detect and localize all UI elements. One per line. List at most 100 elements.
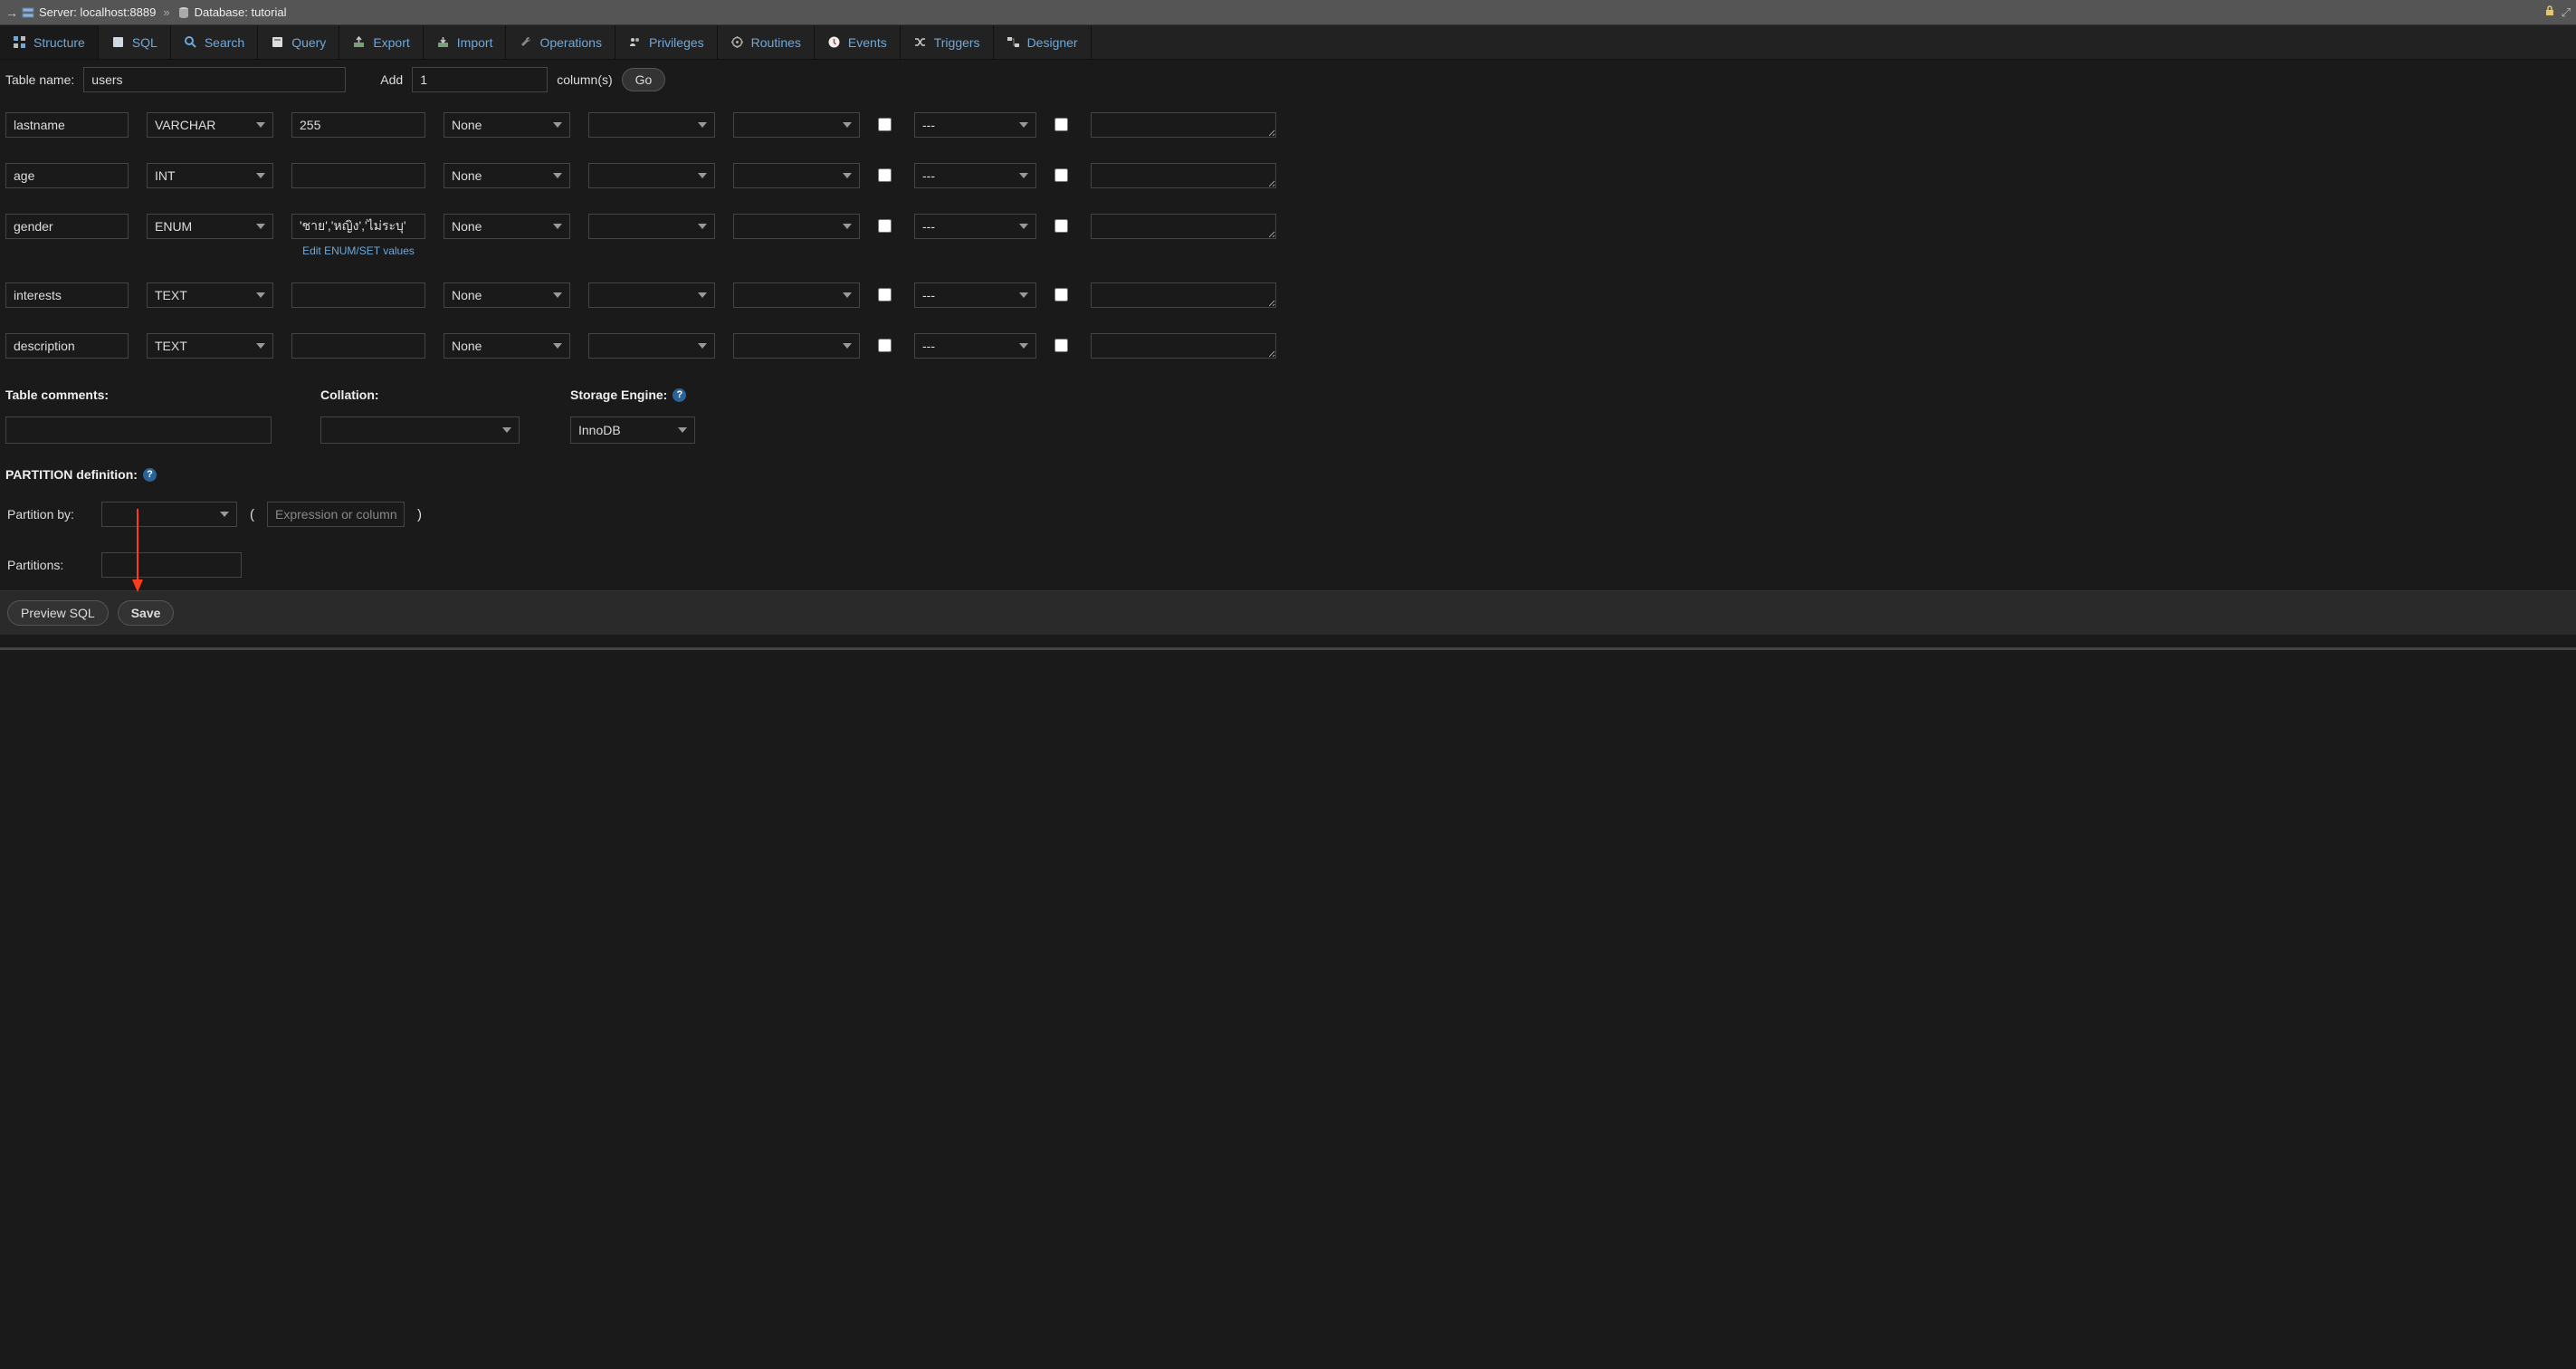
storage-engine-select[interactable]: InnoDB: [570, 416, 695, 444]
field-type-select[interactable]: ENUM: [147, 214, 273, 239]
edit-enum-link[interactable]: Edit ENUM/SET values: [291, 244, 425, 257]
tab-label: SQL: [132, 35, 157, 50]
breadcrumb-server[interactable]: Server: localhost:8889: [22, 5, 156, 19]
field-default-select[interactable]: None: [444, 214, 570, 239]
tab-structure[interactable]: Structure: [0, 25, 99, 59]
field-collation-select[interactable]: [588, 333, 715, 359]
field-null-checkbox[interactable]: [878, 339, 892, 352]
tab-label: Privileges: [649, 35, 704, 50]
lock-icon[interactable]: [2543, 5, 2556, 20]
field-attributes-select[interactable]: [733, 112, 860, 138]
privileges-icon: [628, 35, 642, 49]
breadcrumb: → Server: localhost:8889 » Database: tut…: [0, 0, 2576, 25]
field-index-select[interactable]: ---: [914, 112, 1036, 138]
field-comment-input[interactable]: [1091, 163, 1276, 188]
partitions-input[interactable]: [101, 552, 242, 578]
field-attributes-select[interactable]: [733, 214, 860, 239]
field-default-select[interactable]: None: [444, 163, 570, 188]
field-length-input[interactable]: [291, 112, 425, 138]
partition-expression-input[interactable]: [267, 502, 405, 527]
field-index-select[interactable]: ---: [914, 214, 1036, 239]
expand-icon[interactable]: ⤢: [2562, 5, 2571, 20]
go-button[interactable]: Go: [622, 68, 666, 91]
field-row: TEXT None ---: [5, 270, 2571, 321]
tab-label: Events: [848, 35, 887, 50]
field-default-select[interactable]: None: [444, 282, 570, 308]
field-collation-select[interactable]: [588, 214, 715, 239]
table-comments-input[interactable]: [5, 416, 272, 444]
field-ai-checkbox[interactable]: [1054, 288, 1068, 302]
field-null-checkbox[interactable]: [878, 118, 892, 131]
field-attributes-select[interactable]: [733, 163, 860, 188]
tab-events[interactable]: Events: [815, 25, 901, 59]
field-null-checkbox[interactable]: [878, 219, 892, 233]
field-comment-input[interactable]: [1091, 214, 1276, 239]
table-name-input[interactable]: [83, 67, 346, 92]
tab-label: Export: [373, 35, 409, 50]
shuffle-icon: [913, 35, 927, 49]
field-name-input[interactable]: [5, 214, 129, 239]
field-default-select[interactable]: None: [444, 333, 570, 359]
field-length-input[interactable]: [291, 214, 425, 239]
field-name-input[interactable]: [5, 333, 129, 359]
tab-bar: Structure SQL Search Query Export Import…: [0, 25, 2576, 60]
field-collation-select[interactable]: [588, 282, 715, 308]
field-type-select[interactable]: INT: [147, 163, 273, 188]
collation-label: Collation:: [320, 388, 570, 402]
partition-by-select[interactable]: [101, 502, 237, 527]
partition-by-label: Partition by:: [7, 507, 89, 522]
add-columns-input[interactable]: [412, 67, 548, 92]
open-paren: (: [250, 507, 254, 522]
tab-query[interactable]: Query: [258, 25, 339, 59]
field-name-input[interactable]: [5, 163, 129, 188]
breadcrumb-server-label: Server: localhost:8889: [39, 5, 156, 19]
tab-export[interactable]: Export: [339, 25, 423, 59]
field-index-select[interactable]: ---: [914, 282, 1036, 308]
tab-label: Routines: [751, 35, 801, 50]
tab-sql[interactable]: SQL: [99, 25, 171, 59]
breadcrumb-database[interactable]: Database: tutorial: [177, 5, 287, 19]
tab-designer[interactable]: Designer: [994, 25, 1092, 59]
save-button[interactable]: Save: [118, 600, 175, 626]
database-icon: [177, 6, 190, 19]
field-index-select[interactable]: ---: [914, 163, 1036, 188]
bottom-divider: [0, 647, 2576, 650]
field-ai-checkbox[interactable]: [1054, 168, 1068, 182]
field-type-select[interactable]: TEXT: [147, 282, 273, 308]
field-comment-input[interactable]: [1091, 282, 1276, 308]
field-attributes-select[interactable]: [733, 282, 860, 308]
field-length-input[interactable]: [291, 333, 425, 359]
field-null-checkbox[interactable]: [878, 288, 892, 302]
tab-search[interactable]: Search: [171, 25, 258, 59]
routines-icon: [730, 35, 744, 49]
field-type-select[interactable]: TEXT: [147, 333, 273, 359]
tab-import[interactable]: Import: [424, 25, 507, 59]
tab-routines[interactable]: Routines: [718, 25, 815, 59]
table-comments-label: Table comments:: [5, 388, 320, 402]
field-ai-checkbox[interactable]: [1054, 339, 1068, 352]
help-icon[interactable]: ?: [673, 388, 686, 402]
help-icon[interactable]: ?: [143, 468, 157, 482]
field-length-input[interactable]: [291, 163, 425, 188]
field-comment-input[interactable]: [1091, 112, 1276, 138]
field-ai-checkbox[interactable]: [1054, 219, 1068, 233]
field-length-input[interactable]: [291, 282, 425, 308]
collation-select[interactable]: [320, 416, 520, 444]
field-null-checkbox[interactable]: [878, 168, 892, 182]
tab-operations[interactable]: Operations: [506, 25, 615, 59]
field-ai-checkbox[interactable]: [1054, 118, 1068, 131]
field-name-input[interactable]: [5, 112, 129, 138]
field-type-select[interactable]: VARCHAR: [147, 112, 273, 138]
field-attributes-select[interactable]: [733, 333, 860, 359]
field-index-select[interactable]: ---: [914, 333, 1036, 359]
field-name-input[interactable]: [5, 282, 129, 308]
tab-triggers[interactable]: Triggers: [901, 25, 994, 59]
preview-sql-button[interactable]: Preview SQL: [7, 600, 109, 626]
field-collation-select[interactable]: [588, 163, 715, 188]
collapse-arrow-icon[interactable]: →: [5, 5, 18, 20]
tab-privileges[interactable]: Privileges: [615, 25, 718, 59]
field-comment-input[interactable]: [1091, 333, 1276, 359]
field-collation-select[interactable]: [588, 112, 715, 138]
tab-label: Search: [205, 35, 244, 50]
field-default-select[interactable]: None: [444, 112, 570, 138]
